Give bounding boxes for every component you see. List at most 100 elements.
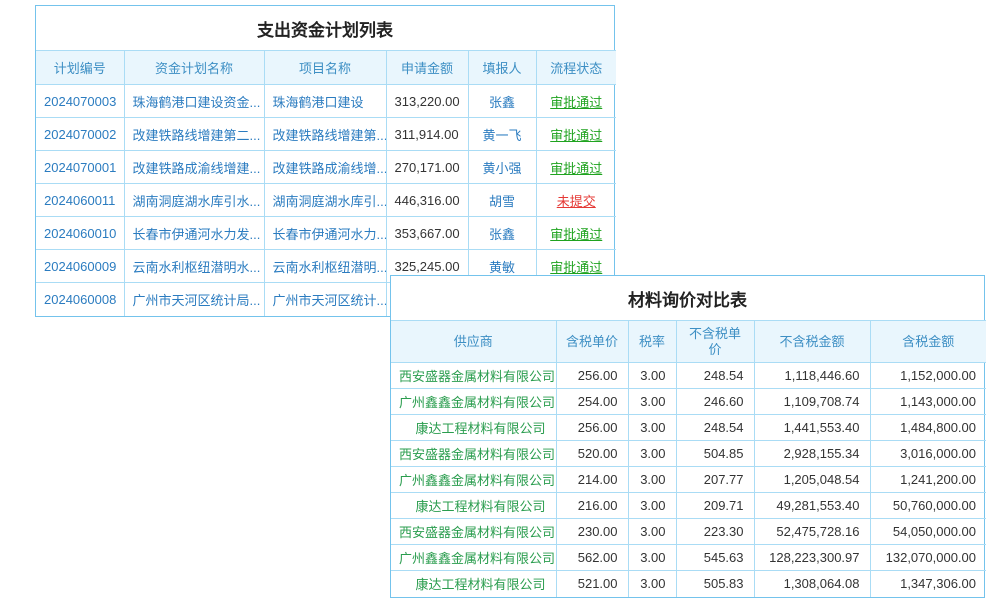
- price-cell: 256.00: [556, 363, 628, 389]
- net-amount-cell: 128,223,300.97: [754, 545, 870, 571]
- amount-cell: 1,152,000.00: [870, 363, 986, 389]
- flow-status-link[interactable]: 审批通过: [536, 118, 616, 151]
- expense-plan-title: 支出资金计划列表: [36, 6, 614, 50]
- col-header-flow-status: 流程状态: [536, 51, 616, 85]
- material-quote-row: 康达工程材料有限公司 521.00 3.00 505.83 1,308,064.…: [391, 571, 986, 597]
- apply-amount-cell: 353,667.00: [386, 217, 468, 250]
- net-amount-cell: 49,281,553.40: [754, 493, 870, 519]
- filler-name-link[interactable]: 张鑫: [468, 85, 536, 118]
- filler-name-link[interactable]: 黄一飞: [468, 118, 536, 151]
- amount-cell: 1,484,800.00: [870, 415, 986, 441]
- material-quote-row: 广州鑫鑫金属材料有限公司 214.00 3.00 207.77 1,205,04…: [391, 467, 986, 493]
- plan-name-link[interactable]: 云南水利枢纽潜明水...: [124, 250, 264, 283]
- supplier-name-cell: 广州鑫鑫金属材料有限公司: [391, 545, 556, 571]
- tax-rate-cell: 3.00: [628, 493, 676, 519]
- plan-id-link[interactable]: 2024070003: [36, 85, 124, 118]
- net-price-cell: 209.71: [676, 493, 754, 519]
- price-cell: 216.00: [556, 493, 628, 519]
- plan-id-link[interactable]: 2024060011: [36, 184, 124, 217]
- flow-status-link[interactable]: 审批通过: [536, 85, 616, 118]
- amount-cell: 50,760,000.00: [870, 493, 986, 519]
- col-header-apply-amount: 申请金额: [386, 51, 468, 85]
- expense-plan-row: 2024060010 长春市伊通河水力发... 长春市伊通河水力... 353,…: [36, 217, 616, 250]
- supplier-name-cell: 康达工程材料有限公司: [391, 571, 556, 597]
- plan-name-link[interactable]: 广州市天河区统计局...: [124, 283, 264, 316]
- amount-cell: 1,241,200.00: [870, 467, 986, 493]
- plan-id-link[interactable]: 2024070001: [36, 151, 124, 184]
- net-price-cell: 248.54: [676, 363, 754, 389]
- expense-plan-row: 2024070003 珠海鹤港口建设资金... 珠海鹤港口建设 313,220.…: [36, 85, 616, 118]
- net-price-cell: 504.85: [676, 441, 754, 467]
- project-name-link[interactable]: 广州市天河区统计...: [264, 283, 386, 316]
- price-cell: 562.00: [556, 545, 628, 571]
- tax-rate-cell: 3.00: [628, 415, 676, 441]
- material-quote-body: 西安盛器金属材料有限公司 256.00 3.00 248.54 1,118,44…: [391, 363, 986, 597]
- filler-name-link[interactable]: 黄小强: [468, 151, 536, 184]
- material-quote-header-row: 供应商 含税单价 税率 不含税单价 不含税金额 含税金额: [391, 321, 986, 363]
- project-name-link[interactable]: 改建铁路成渝线增...: [264, 151, 386, 184]
- material-quote-title: 材料询价对比表: [391, 276, 984, 320]
- supplier-name-cell: 广州鑫鑫金属材料有限公司: [391, 389, 556, 415]
- net-price-cell: 246.60: [676, 389, 754, 415]
- col-header-price: 含税单价: [556, 321, 628, 363]
- material-quote-panel: 材料询价对比表 供应商 含税单价 税率 不含税单价 不含税金额 含税金额 西安盛…: [390, 275, 985, 598]
- flow-status-link[interactable]: 审批通过: [536, 151, 616, 184]
- material-quote-row: 西安盛器金属材料有限公司 256.00 3.00 248.54 1,118,44…: [391, 363, 986, 389]
- price-cell: 520.00: [556, 441, 628, 467]
- plan-name-link[interactable]: 改建铁路成渝线增建...: [124, 151, 264, 184]
- tax-rate-cell: 3.00: [628, 545, 676, 571]
- plan-name-link[interactable]: 湖南洞庭湖水库引水...: [124, 184, 264, 217]
- project-name-link[interactable]: 云南水利枢纽潜明...: [264, 250, 386, 283]
- expense-plan-row: 2024060011 湖南洞庭湖水库引水... 湖南洞庭湖水库引... 446,…: [36, 184, 616, 217]
- material-quote-row: 西安盛器金属材料有限公司 230.00 3.00 223.30 52,475,7…: [391, 519, 986, 545]
- net-price-cell: 505.83: [676, 571, 754, 597]
- flow-status-link[interactable]: 未提交: [536, 184, 616, 217]
- apply-amount-cell: 270,171.00: [386, 151, 468, 184]
- plan-id-link[interactable]: 2024060010: [36, 217, 124, 250]
- net-amount-cell: 2,928,155.34: [754, 441, 870, 467]
- project-name-link[interactable]: 珠海鹤港口建设: [264, 85, 386, 118]
- plan-id-link[interactable]: 2024070002: [36, 118, 124, 151]
- supplier-name-cell: 广州鑫鑫金属材料有限公司: [391, 467, 556, 493]
- amount-cell: 1,143,000.00: [870, 389, 986, 415]
- material-quote-row: 康达工程材料有限公司 216.00 3.00 209.71 49,281,553…: [391, 493, 986, 519]
- project-name-link[interactable]: 改建铁路线增建第...: [264, 118, 386, 151]
- amount-cell: 1,347,306.00: [870, 571, 986, 597]
- net-amount-cell: 52,475,728.16: [754, 519, 870, 545]
- col-header-tax-rate: 税率: [628, 321, 676, 363]
- supplier-name-cell: 康达工程材料有限公司: [391, 493, 556, 519]
- plan-name-link[interactable]: 珠海鹤港口建设资金...: [124, 85, 264, 118]
- apply-amount-cell: 446,316.00: [386, 184, 468, 217]
- supplier-name-cell: 西安盛器金属材料有限公司: [391, 441, 556, 467]
- tax-rate-cell: 3.00: [628, 571, 676, 597]
- tax-rate-cell: 3.00: [628, 389, 676, 415]
- col-header-plan-name: 资金计划名称: [124, 51, 264, 85]
- tax-rate-cell: 3.00: [628, 467, 676, 493]
- flow-status-link[interactable]: 审批通过: [536, 217, 616, 250]
- net-amount-cell: 1,118,446.60: [754, 363, 870, 389]
- net-price-cell: 545.63: [676, 545, 754, 571]
- supplier-name-cell: 康达工程材料有限公司: [391, 415, 556, 441]
- project-name-link[interactable]: 湖南洞庭湖水库引...: [264, 184, 386, 217]
- plan-id-link[interactable]: 2024060009: [36, 250, 124, 283]
- material-quote-row: 广州鑫鑫金属材料有限公司 254.00 3.00 246.60 1,109,70…: [391, 389, 986, 415]
- plan-name-link[interactable]: 改建铁路线增建第二...: [124, 118, 264, 151]
- net-price-cell: 207.77: [676, 467, 754, 493]
- tax-rate-cell: 3.00: [628, 441, 676, 467]
- price-cell: 256.00: [556, 415, 628, 441]
- project-name-link[interactable]: 长春市伊通河水力...: [264, 217, 386, 250]
- amount-cell: 132,070,000.00: [870, 545, 986, 571]
- col-header-filler: 填报人: [468, 51, 536, 85]
- filler-name-link[interactable]: 胡雪: [468, 184, 536, 217]
- tax-rate-cell: 3.00: [628, 363, 676, 389]
- supplier-name-cell: 西安盛器金属材料有限公司: [391, 363, 556, 389]
- plan-id-link[interactable]: 2024060008: [36, 283, 124, 316]
- net-amount-cell: 1,109,708.74: [754, 389, 870, 415]
- material-quote-table: 供应商 含税单价 税率 不含税单价 不含税金额 含税金额 西安盛器金属材料有限公…: [391, 320, 986, 597]
- price-cell: 214.00: [556, 467, 628, 493]
- expense-plan-header-row: 计划编号 资金计划名称 项目名称 申请金额 填报人 流程状态: [36, 51, 616, 85]
- plan-name-link[interactable]: 长春市伊通河水力发...: [124, 217, 264, 250]
- material-quote-row: 西安盛器金属材料有限公司 520.00 3.00 504.85 2,928,15…: [391, 441, 986, 467]
- apply-amount-cell: 313,220.00: [386, 85, 468, 118]
- filler-name-link[interactable]: 张鑫: [468, 217, 536, 250]
